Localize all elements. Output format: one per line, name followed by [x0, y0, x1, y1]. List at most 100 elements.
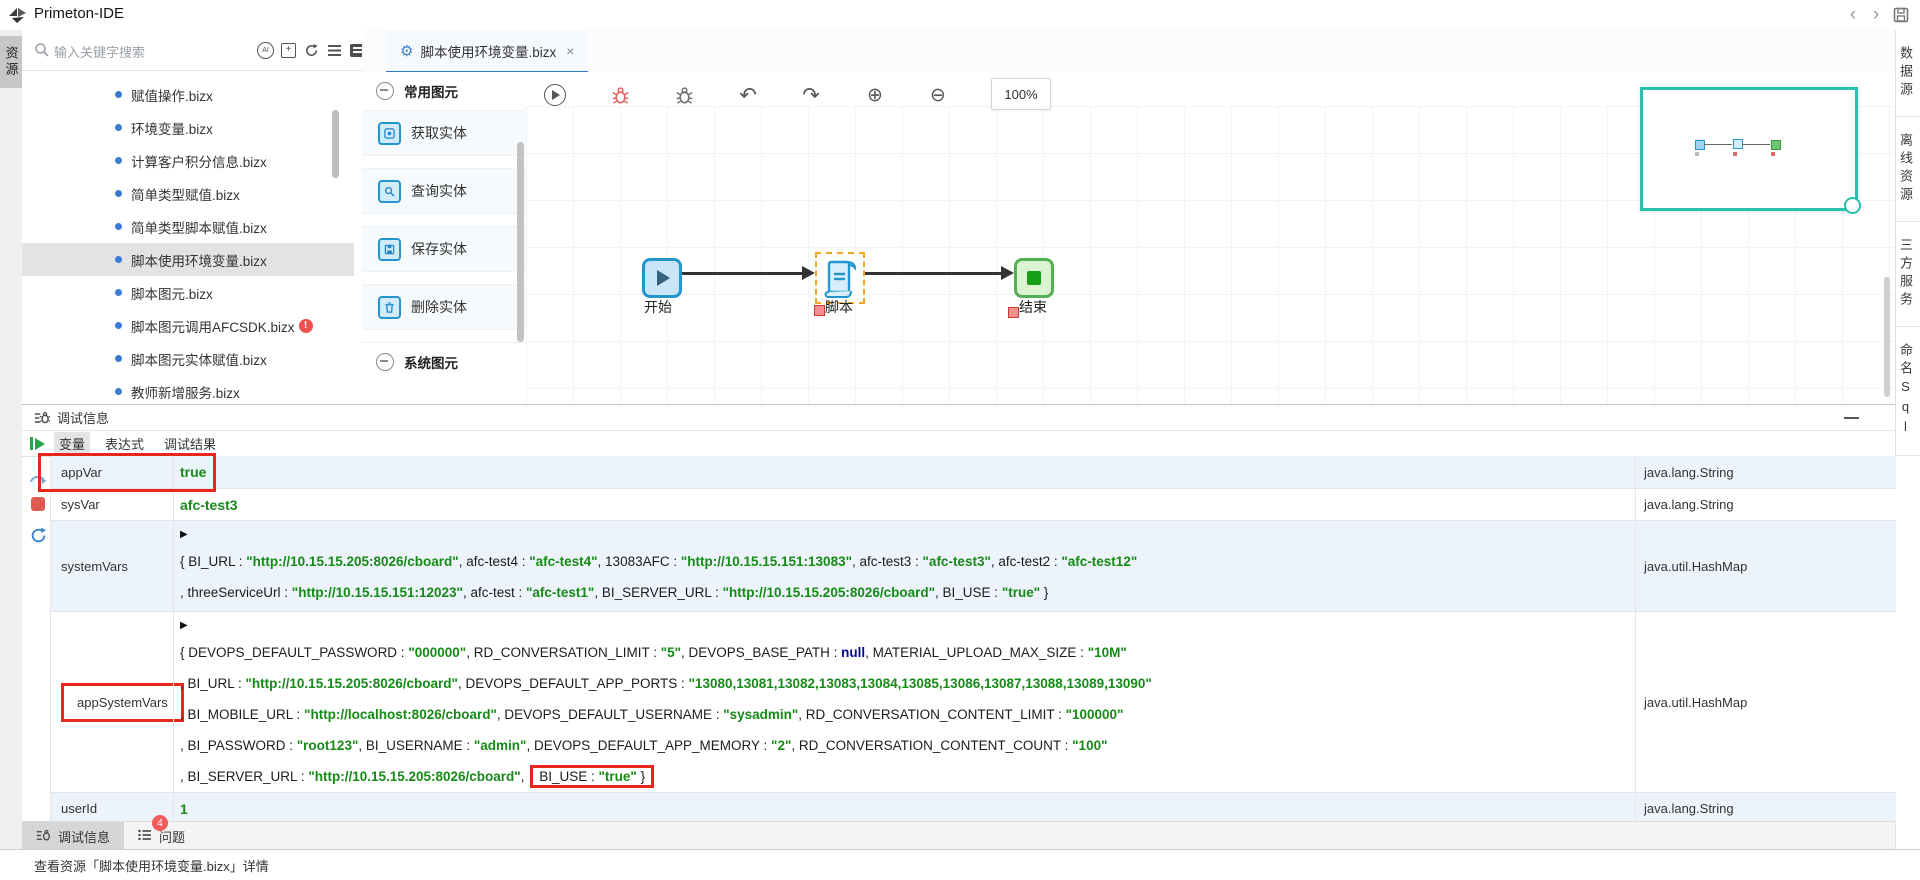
tree-item[interactable]: 计算客户积分信息.bizx: [22, 144, 354, 177]
bottom-tab-label: 调试信息: [58, 827, 110, 846]
query-entity-icon: [378, 180, 401, 203]
new-resource-icon[interactable]: +: [279, 41, 298, 59]
expander-icon[interactable]: ▶: [180, 615, 1635, 637]
search-bar[interactable]: 输入关键字搜索 AI +: [22, 30, 362, 71]
variable-row[interactable]: appVartruejava.lang.String: [51, 456, 1896, 489]
tree-item[interactable]: 赋值操作.bizx: [22, 78, 354, 111]
expander-icon[interactable]: ▶: [180, 524, 1635, 546]
tree-item-label: 教师新增服务.bizx: [131, 382, 240, 402]
title-bar: Primeton-IDE ‹ ›: [0, 0, 1920, 31]
search-input[interactable]: 输入关键字搜索: [54, 42, 145, 61]
tree-item-label: 简单类型赋值.bizx: [131, 184, 240, 204]
tree-item-label: 脚本图元.bizx: [131, 283, 213, 303]
save-entity-icon: [378, 238, 401, 261]
palette-item-label: 删除实体: [411, 297, 467, 317]
debug-panel: 调试信息 变量表达式调试结果 appVartruejava.lang.Strin…: [22, 404, 1895, 850]
debug-run-icon[interactable]: [542, 82, 568, 108]
editor-tab-bar: ⚙ 脚本使用环境变量.bizx ×: [362, 30, 1895, 73]
variable-row[interactable]: userId1java.lang.String: [51, 793, 1896, 821]
variable-row[interactable]: systemVars▶{ BI_URL : "http://10.15.15.2…: [51, 521, 1896, 612]
palette-item[interactable]: 获取实体: [362, 110, 526, 156]
right-strip-item[interactable]: 离线资源: [1896, 117, 1920, 222]
undo-icon[interactable]: ↶: [735, 82, 761, 108]
variable-value: true: [180, 464, 206, 480]
variable-row[interactable]: appSystemVars▶{ DEVOPS_DEFAULT_PASSWORD …: [51, 612, 1896, 793]
palette-item-label: 查询实体: [411, 181, 467, 201]
status-text: 查看资源「脚本使用环境变量.bizx」详情: [34, 856, 269, 875]
nav-back-icon[interactable]: ‹: [1843, 4, 1863, 26]
canvas-scrollbar[interactable]: [1884, 277, 1890, 397]
flow-canvas[interactable]: ↶ ↷ ⊕ ⊖ 100% 开始 脚本 结束: [526, 72, 1895, 404]
sort-list-icon[interactable]: [325, 41, 344, 59]
debug-tab-row: 变量表达式调试结果: [22, 431, 1895, 457]
bug-active-icon[interactable]: [607, 82, 633, 108]
right-strip-item[interactable]: 命名Sql: [1896, 327, 1920, 456]
bottom-tab-debug-info[interactable]: 调试信息: [22, 822, 124, 851]
collapse-icon[interactable]: [376, 353, 394, 371]
debug-tab[interactable]: 表达式: [100, 432, 149, 455]
bug-icon[interactable]: [671, 82, 697, 108]
right-strip-item[interactable]: 数据源: [1896, 30, 1920, 117]
step-over-icon[interactable]: [28, 468, 48, 488]
end-node[interactable]: [1014, 258, 1054, 298]
get-entity-icon: [378, 122, 401, 145]
tree-scrollbar[interactable]: [332, 110, 339, 178]
debug-tab[interactable]: 调试结果: [159, 432, 221, 455]
zoom-in-icon[interactable]: ⊕: [862, 82, 888, 108]
refresh-icon[interactable]: [302, 41, 321, 59]
variable-name: appVar: [61, 465, 102, 480]
debug-panel-title: 调试信息: [57, 408, 109, 427]
palette-section-system[interactable]: 系统图元: [362, 342, 526, 381]
resources-strip-tab[interactable]: 资源: [0, 36, 22, 88]
tree-item[interactable]: 脚本使用环境变量.bizx: [22, 243, 354, 276]
file-bullet-icon: [115, 223, 122, 230]
minimap-resize-handle[interactable]: [1844, 197, 1861, 214]
minimize-icon[interactable]: [1844, 417, 1859, 419]
palette-item[interactable]: 删除实体: [362, 284, 526, 330]
right-strip-item[interactable]: 三方服务: [1896, 222, 1920, 327]
breakpoint-marker[interactable]: [1008, 307, 1019, 318]
variable-row[interactable]: sysVarafc-test3java.lang.String: [51, 489, 1896, 521]
tree-item-label: 脚本图元调用AFCSDK.bizx: [131, 316, 295, 336]
palette-section-common[interactable]: 常用图元: [362, 72, 526, 110]
tree-item[interactable]: 脚本图元.bizx: [22, 276, 354, 309]
collapse-icon[interactable]: [376, 82, 394, 100]
start-node[interactable]: [642, 258, 682, 298]
zoom-level-display[interactable]: 100%: [991, 78, 1051, 110]
variables-table: appVartruejava.lang.StringsysVarafc-test…: [50, 456, 1896, 821]
palette-item[interactable]: 保存实体: [362, 226, 526, 272]
breakpoint-marker[interactable]: [814, 305, 825, 316]
palette-scrollbar[interactable]: [517, 142, 524, 342]
palette-item[interactable]: 查询实体: [362, 168, 526, 214]
stop-icon[interactable]: [31, 497, 45, 511]
tree-item[interactable]: 脚本图元实体赋值.bizx: [22, 342, 354, 375]
tree-item[interactable]: 脚本图元调用AFCSDK.bizx!: [22, 309, 354, 342]
tree-item[interactable]: 环境变量.bizx: [22, 111, 354, 144]
right-tool-strip: 数据源离线资源三方服务命名Sql: [1895, 30, 1920, 849]
resume-icon[interactable]: [30, 436, 46, 451]
minimap[interactable]: [1640, 87, 1858, 211]
variable-name: systemVars: [61, 559, 128, 574]
bottom-tab-problems[interactable]: 问题4: [124, 822, 199, 851]
variable-type: java.util.HashMap: [1644, 559, 1747, 574]
tab-close-icon[interactable]: ×: [566, 43, 574, 59]
ai-assist-icon[interactable]: AI: [256, 41, 275, 59]
tree-item[interactable]: 简单类型赋值.bizx: [22, 177, 354, 210]
variable-value-line: , BI_MOBILE_URL : "http://localhost:8026…: [180, 699, 1635, 730]
edge-arrowhead: [802, 266, 815, 280]
start-node-label: 开始: [644, 297, 672, 317]
status-bar: 查看资源「脚本使用环境变量.bizx」详情: [0, 849, 1920, 880]
nav-forward-icon[interactable]: ›: [1866, 4, 1886, 26]
redo-icon[interactable]: ↷: [798, 82, 824, 108]
tree-item[interactable]: 教师新增服务.bizx: [22, 375, 354, 404]
debug-tab[interactable]: 变量: [54, 432, 90, 455]
zoom-out-icon[interactable]: ⊖: [925, 82, 951, 108]
tab-script-env-vars[interactable]: ⚙ 脚本使用环境变量.bizx ×: [386, 30, 588, 74]
tree-item[interactable]: [22, 70, 354, 78]
variable-value: afc-test3: [180, 497, 238, 513]
file-bullet-icon: [115, 322, 122, 329]
app-title: Primeton-IDE: [34, 5, 124, 22]
tree-item[interactable]: 简单类型脚本赋值.bizx: [22, 210, 354, 243]
save-icon[interactable]: [1893, 7, 1909, 23]
rerun-icon[interactable]: [28, 525, 48, 545]
